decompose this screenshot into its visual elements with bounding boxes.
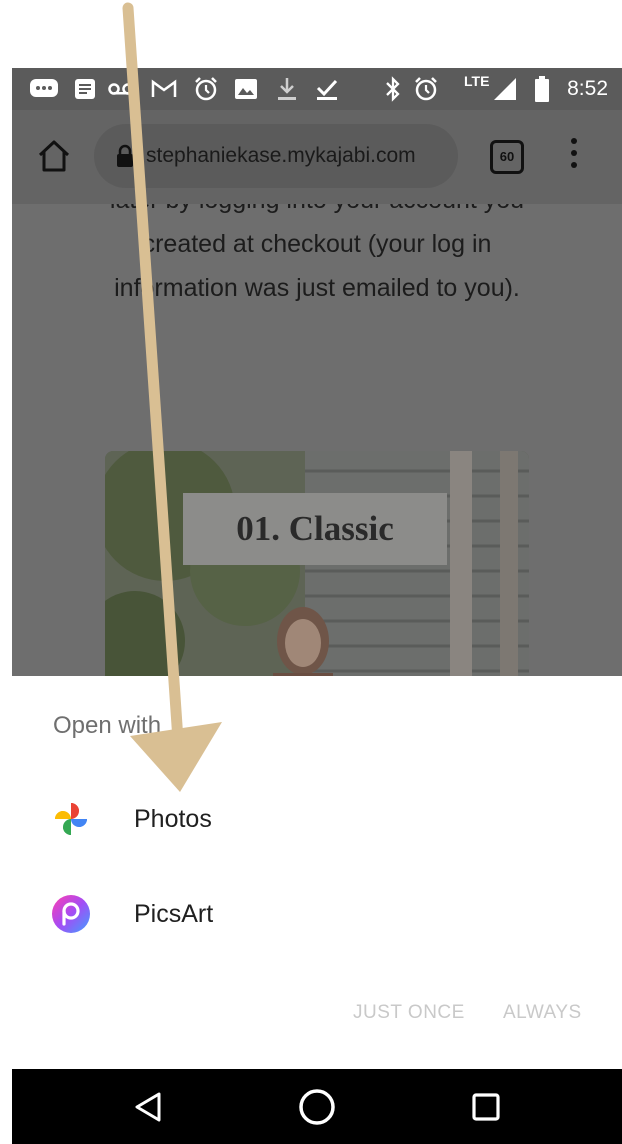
open-with-sheet: Open with Photos PicsArt JUST ONCE ALWAY… xyxy=(12,676,622,1069)
sheet-title: Open with xyxy=(53,712,162,739)
url-text: stephaniekase.mykajabi.com xyxy=(146,144,416,167)
page-text-line: later by logging into your account you xyxy=(12,204,622,215)
tab-switcher-button[interactable]: 60 xyxy=(490,140,524,174)
battery-icon xyxy=(530,68,554,110)
lock-icon xyxy=(116,144,134,173)
notes-icon xyxy=(70,68,100,110)
product-image: 01. Classic xyxy=(105,451,529,676)
download-icon xyxy=(274,68,300,110)
voicemail-icon xyxy=(108,68,134,110)
picsart-icon xyxy=(52,895,90,933)
alarm-icon xyxy=(412,68,440,110)
app-option-photos[interactable]: Photos xyxy=(12,772,622,866)
status-bar: LTE 8:52 xyxy=(12,68,622,110)
web-page-content: later by logging into your account you c… xyxy=(12,204,622,676)
page-text-line: information was just emailed to you). xyxy=(114,274,520,302)
check-icon xyxy=(314,68,340,110)
image-icon xyxy=(232,68,260,110)
home-nav-icon[interactable] xyxy=(277,1069,357,1144)
app-label: PicsArt xyxy=(134,900,214,928)
address-bar[interactable]: stephaniekase.mykajabi.com xyxy=(94,124,458,188)
browser-toolbar: stephaniekase.mykajabi.com 60 xyxy=(12,110,622,205)
bluetooth-icon xyxy=(382,68,404,110)
lte-indicator: LTE xyxy=(464,73,490,89)
google-photos-icon xyxy=(52,800,90,838)
image-caption: 01. Classic xyxy=(183,493,447,565)
page-text-line: created at checkout (your log in xyxy=(142,230,492,258)
recents-icon[interactable] xyxy=(446,1069,526,1144)
messages-icon xyxy=(28,68,60,110)
back-icon[interactable] xyxy=(108,1069,188,1144)
app-label: Photos xyxy=(134,805,212,833)
navigation-bar xyxy=(12,1069,622,1144)
home-icon[interactable] xyxy=(36,138,72,174)
always-button[interactable]: ALWAYS xyxy=(503,1002,582,1024)
more-options-icon[interactable] xyxy=(567,138,581,174)
signal-icon xyxy=(490,68,520,110)
status-clock: 8:52 xyxy=(567,77,608,100)
app-option-picsart[interactable]: PicsArt xyxy=(12,867,622,961)
alarm-icon xyxy=(192,68,220,110)
gmail-icon xyxy=(150,68,178,110)
just-once-button[interactable]: JUST ONCE xyxy=(353,1002,465,1024)
